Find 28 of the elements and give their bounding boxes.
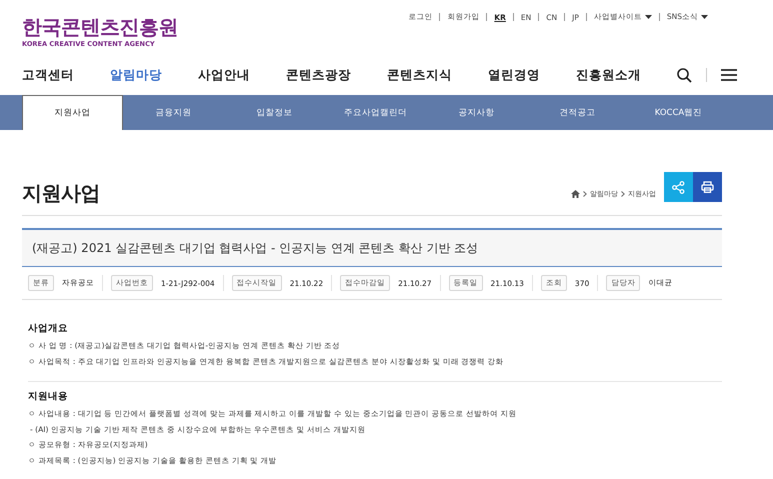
sub-tab[interactable]: KOCCA웹진 (628, 95, 729, 130)
sub-tab[interactable]: 공지사항 (426, 95, 527, 130)
share-icon (672, 180, 685, 194)
page-title: 지원사업 (22, 180, 100, 207)
sub-tab[interactable]: 입찰정보 (224, 95, 325, 130)
nav-menu-item[interactable]: 알림마당 (110, 66, 162, 84)
chevron-icon (621, 190, 625, 196)
nav-menu-item[interactable]: 열린경영 (488, 66, 540, 84)
print-button[interactable] (693, 172, 722, 202)
sub-tab[interactable]: 금융지원 (123, 95, 224, 130)
section-heading: 지원내용 (28, 390, 69, 403)
print-icon (701, 181, 714, 193)
section-heading: 사업개요 (28, 322, 69, 335)
nav-menu-item[interactable]: 콘텐츠지식 (387, 66, 452, 84)
sub-tab[interactable]: 지원사업 (22, 95, 123, 130)
nav-menu-item[interactable]: 진흥원소개 (576, 66, 641, 84)
sub-tab[interactable]: 주요사업캘린더 (325, 95, 426, 130)
caret-icon (701, 15, 708, 19)
caret-icon (644, 15, 652, 19)
search-icon[interactable] (677, 68, 692, 82)
nav-menu-item[interactable]: 고객센터 (22, 66, 74, 84)
menu-icon[interactable] (721, 69, 737, 81)
home-icon[interactable] (571, 190, 580, 198)
post-title: (재공고) 2021 실감콘텐츠 대기업 협력사업 - 인공지능 연계 콘텐츠 확산 기반 조성 (32, 240, 478, 256)
sub-tab[interactable]: 견적공고 (527, 95, 628, 130)
chevron-icon (583, 190, 587, 196)
nav-menu-item[interactable]: 콘텐츠광장 (286, 66, 351, 84)
nav-menu-item[interactable]: 사업안내 (198, 66, 250, 84)
